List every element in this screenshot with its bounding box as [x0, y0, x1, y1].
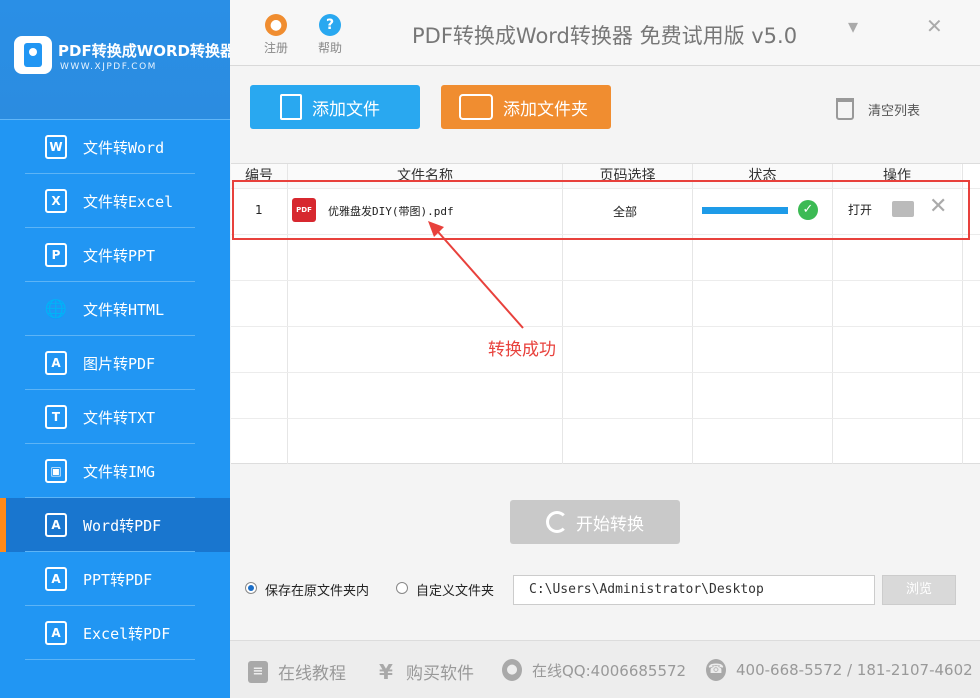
pdf-icon: A: [45, 513, 67, 537]
yen-icon: ¥: [379, 659, 393, 684]
row-divider: [231, 418, 980, 419]
sidebar-item-label: Excel转PDF: [83, 624, 171, 643]
sidebar-item-label: Word转PDF: [83, 516, 162, 535]
sidebar-item-ppt-to-pdf[interactable]: A PPT转PDF: [0, 552, 230, 606]
start-convert-button[interactable]: 开始转换: [510, 500, 680, 544]
success-highlight-box: [232, 180, 970, 240]
help-icon: ?: [319, 14, 341, 36]
custom-folder-radio[interactable]: [396, 582, 408, 594]
globe-icon: 🌐: [44, 298, 68, 320]
sidebar-item-label: 图片转PDF: [83, 354, 156, 373]
refresh-icon: [546, 511, 568, 533]
row-divider: [231, 280, 980, 281]
clear-list-button[interactable]: 清空列表: [836, 98, 920, 120]
logo-icon: [14, 36, 52, 74]
annotation-arrow: [428, 221, 524, 329]
sidebar-item-file-to-word[interactable]: W 文件转Word: [0, 120, 230, 174]
register-label: 注册: [263, 41, 288, 55]
start-convert-label: 开始转换: [576, 514, 644, 535]
browse-button[interactable]: 浏览: [882, 575, 956, 605]
qq-icon: ●: [502, 659, 522, 681]
output-path-field[interactable]: C:\Users\Administrator\Desktop: [513, 575, 875, 605]
online-qq-link[interactable]: ● 在线QQ:4006685572: [502, 659, 686, 681]
title-bar: ● 注册 ? 帮助 PDF转换成Word转换器 免费试用版 v5.0 ▾ ✕: [230, 0, 980, 66]
sidebar-item-file-to-img[interactable]: ▣ 文件转IMG: [0, 444, 230, 498]
document-icon: [280, 94, 302, 120]
window-title: PDF转换成Word转换器 免费试用版 v5.0: [412, 24, 798, 48]
sidebar-item-image-to-pdf[interactable]: A 图片转PDF: [0, 336, 230, 390]
phone-label: 400-668-5572 / 181-2107-4602: [736, 661, 973, 679]
add-file-label: 添加文件: [312, 99, 380, 120]
help-button[interactable]: ? 帮助: [310, 14, 350, 56]
row-divider: [231, 372, 980, 373]
user-icon: ●: [265, 14, 287, 36]
trash-icon: [836, 98, 854, 120]
add-folder-label: 添加文件夹: [503, 99, 588, 120]
add-file-button[interactable]: 添加文件: [250, 85, 420, 129]
sidebar-item-label: 文件转PPT: [83, 246, 156, 265]
save-original-radio[interactable]: [245, 582, 257, 594]
phone-info: ☎ 400-668-5572 / 181-2107-4602: [706, 659, 973, 681]
sidebar-item-label: 文件转HTML: [83, 300, 165, 319]
sidebar-item-file-to-ppt[interactable]: P 文件转PPT: [0, 228, 230, 282]
arrow-line: [431, 224, 524, 329]
logo-title: PDF转换成WORD转换器: [58, 42, 235, 60]
image-icon: ▣: [45, 459, 67, 483]
phone-icon: ☎: [706, 659, 726, 681]
sidebar-item-label: PPT转PDF: [83, 570, 153, 589]
buy-software-link[interactable]: ¥ 购买软件: [376, 659, 474, 685]
footer: ≡ 在线教程 ¥ 购买软件 ● 在线QQ:4006685572 ☎ 400-66…: [230, 640, 980, 698]
help-label: 帮助: [317, 41, 342, 55]
sidebar-item-file-to-html[interactable]: 🌐 文件转HTML: [0, 282, 230, 336]
sidebar-nav: W 文件转Word X 文件转Excel P 文件转PPT 🌐 文件转HTML A 图片转…: [0, 120, 230, 660]
custom-folder-label: 自定义文件夹: [416, 584, 495, 599]
sidebar-item-label: 文件转Word: [83, 138, 165, 157]
pdf-icon: A: [45, 567, 67, 591]
online-tutorial-link[interactable]: ≡ 在线教程: [248, 659, 346, 684]
ppt-icon: P: [45, 243, 67, 267]
sidebar-item-word-to-pdf[interactable]: A Word转PDF: [0, 498, 230, 552]
row-divider: [231, 326, 980, 327]
close-icon[interactable]: ✕: [926, 14, 943, 38]
clear-list-label: 清空列表: [868, 103, 921, 119]
txt-icon: T: [45, 405, 67, 429]
annotation-label: 转换成功: [488, 340, 556, 360]
minimize-icon[interactable]: ▾: [848, 14, 858, 38]
sidebar-item-file-to-excel[interactable]: X 文件转Excel: [0, 174, 230, 228]
pdf-icon: A: [45, 621, 67, 645]
register-button[interactable]: ● 注册: [256, 14, 296, 56]
sidebar: PDF转换成WORD转换器 WWW.XJPDF.COM W 文件转Word X 文件…: [0, 0, 235, 698]
add-folder-button[interactable]: 添加文件夹: [441, 85, 611, 129]
excel-icon: X: [45, 189, 67, 213]
logo-url: WWW.XJPDF.COM: [60, 62, 157, 72]
sidebar-item-file-to-txt[interactable]: T 文件转TXT: [0, 390, 230, 444]
buy-label: 购买软件: [406, 664, 474, 684]
sidebar-item-label: 文件转Excel: [83, 192, 174, 211]
save-original-label: 保存在原文件夹内: [265, 584, 370, 599]
tutorial-label: 在线教程: [278, 664, 346, 684]
pdf-icon: A: [45, 351, 67, 375]
folder-icon: [459, 94, 493, 120]
qq-label: 在线QQ:4006685572: [532, 661, 687, 680]
book-icon: ≡: [248, 660, 268, 683]
word-icon: W: [45, 135, 67, 159]
sidebar-item-label: 文件转IMG: [83, 462, 156, 481]
sidebar-item-excel-to-pdf[interactable]: A Excel转PDF: [0, 606, 230, 660]
sidebar-item-label: 文件转TXT: [83, 408, 156, 427]
app-logo: PDF转换成WORD转换器 WWW.XJPDF.COM: [0, 0, 235, 120]
